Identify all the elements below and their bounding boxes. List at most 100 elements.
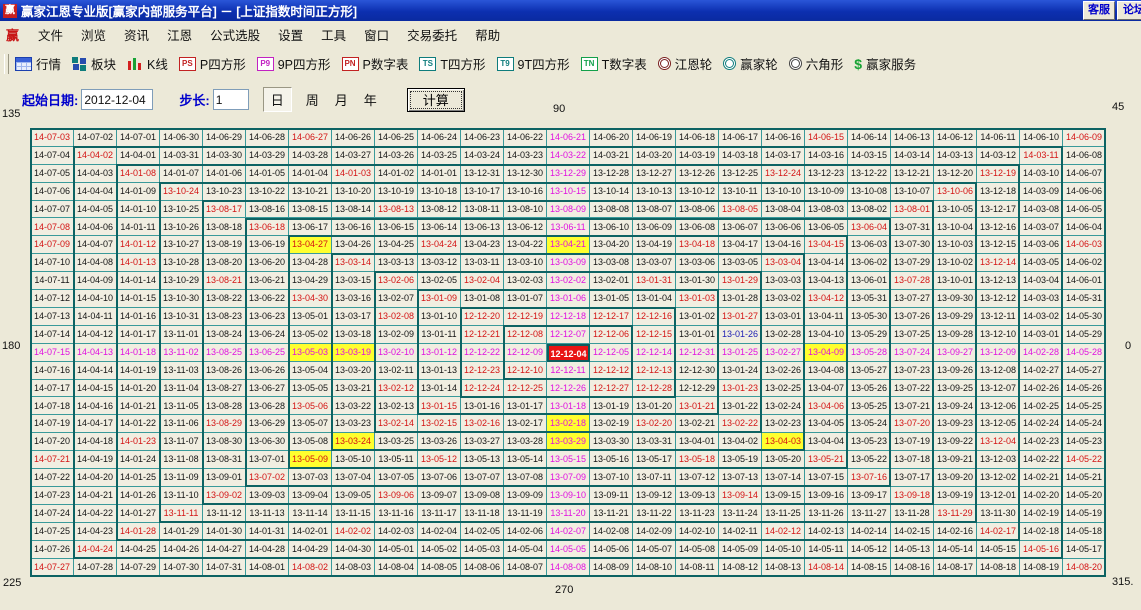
- date-cell[interactable]: 13-01-23: [719, 380, 762, 398]
- date-cell[interactable]: 14-08-17: [934, 559, 977, 577]
- date-cell[interactable]: 13-04-07: [805, 380, 848, 398]
- date-cell[interactable]: 14-07-19: [31, 415, 74, 433]
- date-cell[interactable]: 13-10-26: [160, 219, 203, 237]
- date-cell[interactable]: 14-01-10: [117, 201, 160, 219]
- date-cell[interactable]: 13-07-28: [891, 272, 934, 290]
- date-cell[interactable]: 14-08-06: [461, 559, 504, 577]
- date-cell[interactable]: 13-10-20: [332, 183, 375, 201]
- date-cell[interactable]: 13-12-11: [977, 308, 1020, 326]
- date-cell[interactable]: 14-03-01: [1020, 326, 1063, 344]
- date-cell[interactable]: 12-12-08: [504, 326, 547, 344]
- date-cell[interactable]: 13-08-29: [203, 415, 246, 433]
- date-cell[interactable]: 13-01-14: [418, 380, 461, 398]
- date-cell[interactable]: 13-06-20: [246, 254, 289, 272]
- date-cell[interactable]: 13-10-22: [246, 183, 289, 201]
- date-cell[interactable]: 13-02-21: [676, 415, 719, 433]
- date-cell[interactable]: 13-03-25: [375, 433, 418, 451]
- date-cell[interactable]: 13-11-26: [805, 505, 848, 523]
- date-cell[interactable]: 13-06-27: [246, 380, 289, 398]
- date-cell[interactable]: 14-05-05: [547, 541, 590, 559]
- date-cell[interactable]: 14-05-18: [1063, 523, 1106, 541]
- date-cell[interactable]: 13-08-27: [203, 380, 246, 398]
- step-input[interactable]: [213, 89, 249, 110]
- date-cell[interactable]: 13-10-23: [203, 183, 246, 201]
- date-cell[interactable]: 14-05-03: [461, 541, 504, 559]
- date-cell[interactable]: 14-02-12: [762, 523, 805, 541]
- date-cell[interactable]: 14-06-16: [762, 129, 805, 147]
- date-cell[interactable]: 14-06-21: [547, 129, 590, 147]
- date-cell[interactable]: 14-02-02: [332, 523, 375, 541]
- date-cell[interactable]: 13-03-26: [418, 433, 461, 451]
- date-cell[interactable]: 13-07-29: [891, 254, 934, 272]
- date-cell[interactable]: 14-08-10: [633, 559, 676, 577]
- date-cell[interactable]: 13-01-31: [633, 272, 676, 290]
- date-cell[interactable]: 13-01-30: [676, 272, 719, 290]
- date-cell[interactable]: 14-07-10: [31, 254, 74, 272]
- date-cell[interactable]: 14-04-26: [160, 541, 203, 559]
- date-cell[interactable]: 13-12-13: [977, 272, 1020, 290]
- service-button[interactable]: 客服: [1083, 1, 1115, 20]
- date-cell[interactable]: 13-01-25: [719, 344, 762, 362]
- date-cell[interactable]: 14-06-28: [246, 129, 289, 147]
- date-cell[interactable]: 13-11-14: [289, 505, 332, 523]
- date-cell[interactable]: 14-08-12: [719, 559, 762, 577]
- date-cell[interactable]: 13-05-10: [332, 451, 375, 469]
- date-cell[interactable]: 14-06-20: [590, 129, 633, 147]
- date-cell[interactable]: 13-09-30: [934, 290, 977, 308]
- date-cell[interactable]: 14-05-31: [1063, 290, 1106, 308]
- date-cell[interactable]: 14-06-07: [1063, 165, 1106, 183]
- date-cell[interactable]: 14-03-16: [805, 147, 848, 165]
- date-cell[interactable]: 13-04-03: [762, 433, 805, 451]
- date-cell[interactable]: 14-03-18: [719, 147, 762, 165]
- date-cell[interactable]: 13-01-27: [719, 308, 762, 326]
- date-cell[interactable]: 14-08-14: [805, 559, 848, 577]
- date-cell[interactable]: 13-11-30: [977, 505, 1020, 523]
- date-cell[interactable]: 13-05-02: [289, 326, 332, 344]
- date-cell[interactable]: 14-07-30: [160, 559, 203, 577]
- date-cell[interactable]: 13-03-23: [332, 415, 375, 433]
- date-cell[interactable]: 13-12-02: [977, 469, 1020, 487]
- date-cell[interactable]: 13-02-12: [375, 380, 418, 398]
- date-cell[interactable]: 14-06-02: [1063, 254, 1106, 272]
- date-cell[interactable]: 14-06-04: [1063, 219, 1106, 237]
- date-cell[interactable]: 14-04-01: [117, 147, 160, 165]
- date-cell[interactable]: 12-12-09: [504, 344, 547, 362]
- date-cell[interactable]: 13-02-02: [547, 272, 590, 290]
- date-cell[interactable]: 14-06-10: [1020, 129, 1063, 147]
- date-cell[interactable]: 14-01-15: [117, 290, 160, 308]
- date-cell[interactable]: 13-10-03: [934, 236, 977, 254]
- date-cell[interactable]: 13-09-26: [934, 362, 977, 380]
- date-cell[interactable]: 13-11-24: [719, 505, 762, 523]
- unit-option-年[interactable]: 年: [364, 90, 377, 109]
- date-cell[interactable]: 13-05-26: [848, 380, 891, 398]
- date-cell[interactable]: 13-10-05: [934, 201, 977, 219]
- date-cell[interactable]: 14-04-28: [246, 541, 289, 559]
- date-cell[interactable]: 14-02-19: [1020, 505, 1063, 523]
- menu-item[interactable]: 交易委托: [398, 22, 466, 47]
- date-cell[interactable]: 13-05-13: [461, 451, 504, 469]
- date-cell[interactable]: 13-02-13: [375, 398, 418, 416]
- date-cell[interactable]: 13-02-27: [762, 344, 805, 362]
- date-cell[interactable]: 13-05-18: [676, 451, 719, 469]
- date-cell[interactable]: 13-01-13: [418, 362, 461, 380]
- date-cell[interactable]: 13-02-15: [418, 415, 461, 433]
- date-cell[interactable]: 13-07-03: [289, 469, 332, 487]
- date-cell[interactable]: 12-12-06: [590, 326, 633, 344]
- date-cell[interactable]: 13-09-17: [848, 487, 891, 505]
- date-cell[interactable]: 13-05-09: [289, 451, 332, 469]
- date-cell[interactable]: 12-12-29: [676, 380, 719, 398]
- date-cell[interactable]: 14-01-05: [246, 165, 289, 183]
- menu-item[interactable]: 浏览: [72, 22, 115, 47]
- date-cell[interactable]: 13-01-26: [719, 326, 762, 344]
- date-cell[interactable]: 14-04-27: [203, 541, 246, 559]
- date-cell[interactable]: 13-05-08: [289, 433, 332, 451]
- date-cell[interactable]: 13-11-10: [160, 487, 203, 505]
- date-cell[interactable]: 13-02-14: [375, 415, 418, 433]
- date-cell[interactable]: 14-07-06: [31, 183, 74, 201]
- date-cell[interactable]: 12-12-27: [590, 380, 633, 398]
- date-cell[interactable]: 13-06-16: [332, 219, 375, 237]
- date-cell[interactable]: 13-02-04: [461, 272, 504, 290]
- date-cell[interactable]: 13-09-14: [719, 487, 762, 505]
- toolbar-button-tn[interactable]: TNT数字表: [581, 54, 647, 73]
- date-cell[interactable]: 13-05-27: [848, 362, 891, 380]
